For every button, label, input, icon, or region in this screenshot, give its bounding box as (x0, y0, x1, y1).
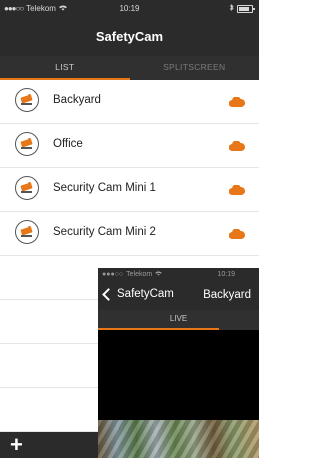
camera-row-backyard[interactable]: Backyard (0, 80, 259, 124)
cloud-icon (229, 141, 245, 151)
status-bar: ●●●○○ Telekom 10:19 (0, 0, 259, 18)
camera-name: Office (53, 138, 83, 150)
nav-bar: SafetyCam (0, 18, 259, 56)
tab-splitscreen[interactable]: SPLITSCREEN (130, 56, 260, 80)
camera-icon (15, 220, 39, 244)
live-video-feed[interactable] (98, 330, 259, 458)
cloud-icon (229, 229, 245, 239)
camera-icon (15, 132, 39, 156)
camera-name: Backyard (53, 94, 101, 106)
battery-icon (237, 4, 255, 13)
overlay-status-bar: ●●●○○ Telekom 10:19 (98, 268, 259, 282)
cloud-icon (229, 97, 245, 107)
live-view-overlay: ●●●○○ Telekom 10:19 SafetyCam Backyard L… (98, 268, 259, 458)
overlay-carrier-label: Telekom (126, 271, 153, 278)
camera-row-security-cam-mini-2[interactable]: Security Cam Mini 2 (0, 212, 259, 256)
page-title: SafetyCam (95, 29, 164, 44)
video-scene (98, 420, 259, 458)
cloud-icon (229, 185, 245, 195)
chevron-left-icon (102, 287, 115, 301)
tab-bar: LIST SPLITSCREEN (0, 56, 259, 80)
overlay-title: Backyard (203, 289, 251, 301)
overlay-carrier-group: ●●●○○ Telekom (102, 271, 163, 278)
camera-name: Security Cam Mini 1 (53, 182, 156, 194)
camera-name: Security Cam Mini 2 (53, 226, 156, 238)
camera-icon (15, 176, 39, 200)
signal-dots-icon: ●●●○○ (102, 271, 124, 278)
add-camera-button[interactable]: + (10, 434, 23, 456)
back-button[interactable]: SafetyCam (102, 287, 174, 301)
overlay-nav-bar: SafetyCam Backyard (98, 282, 259, 310)
tab-live[interactable]: LIVE (98, 310, 259, 330)
wifi-icon (155, 271, 163, 278)
tab-list[interactable]: LIST (0, 56, 130, 80)
bluetooth-icon (229, 4, 234, 13)
overlay-status-time: 10:19 (217, 271, 235, 278)
camera-row-office[interactable]: Office (0, 124, 259, 168)
status-time: 10:19 (119, 4, 140, 13)
status-right (229, 4, 255, 13)
camera-icon (15, 88, 39, 112)
camera-row-security-cam-mini-1[interactable]: Security Cam Mini 1 (0, 168, 259, 212)
back-label: SafetyCam (117, 288, 174, 300)
